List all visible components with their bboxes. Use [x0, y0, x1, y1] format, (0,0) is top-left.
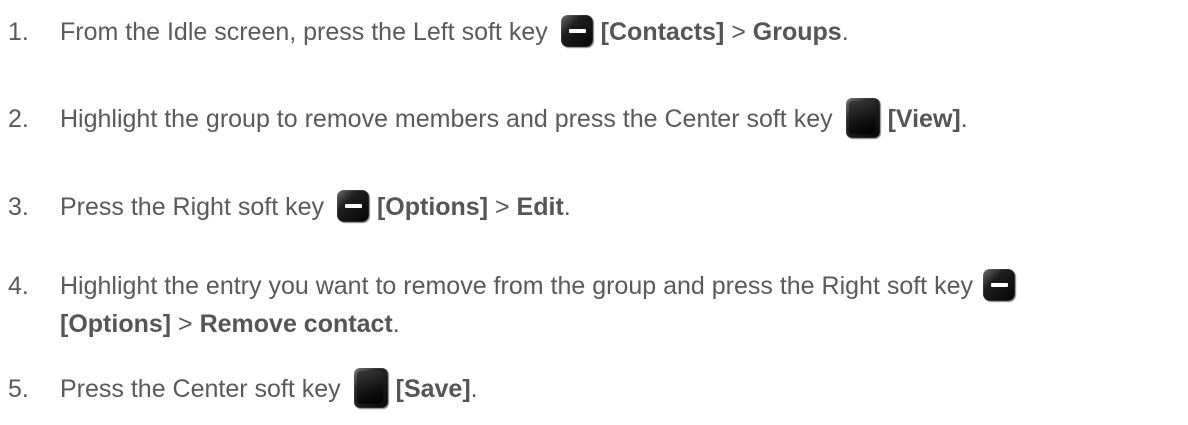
step-bold-label: [Options]: [60, 310, 172, 338]
step-number: 4.: [8, 272, 29, 300]
step-4-continuation: [Options] > Remove contact.: [60, 305, 400, 343]
step-separator: >: [724, 18, 753, 46]
center-soft-key-icon: [845, 98, 880, 139]
step-4: 4. Highlight the entry you want to remove…: [8, 267, 1023, 305]
step-bold-label: Remove contact: [199, 310, 393, 338]
step-2: 2. Highlight the group to remove members …: [8, 98, 968, 140]
center-soft-key-icon: [353, 368, 388, 409]
step-bold-label: Edit: [516, 193, 564, 221]
step-5: 5. Press the Center soft key [Save].: [8, 368, 478, 410]
step-bold-label: [View]: [887, 105, 961, 133]
step-number: 5.: [8, 375, 29, 403]
right-soft-key-icon: [336, 190, 369, 223]
step-period: .: [960, 105, 968, 133]
step-1: 1. From the Idle screen, press the Left s…: [8, 13, 849, 51]
right-soft-key-icon: [982, 269, 1015, 302]
step-separator: >: [171, 310, 200, 338]
step-bold-label: [Save]: [395, 375, 471, 403]
step-separator: >: [488, 193, 517, 221]
step-bold-label: [Contacts]: [600, 18, 725, 46]
step-period: .: [563, 193, 571, 221]
step-text: Highlight the entry you want to remove f…: [60, 272, 973, 300]
step-number: 1.: [8, 18, 29, 46]
step-period: .: [470, 375, 478, 403]
step-period: .: [841, 18, 849, 46]
step-bold-label: Groups: [752, 18, 842, 46]
step-number: 2.: [8, 105, 29, 133]
step-text: Press the Right soft key: [60, 193, 331, 221]
step-3: 3. Press the Right soft key [Options] > E…: [8, 188, 571, 226]
step-bold-label: [Options]: [376, 193, 489, 221]
step-number: 3.: [8, 193, 29, 221]
step-text: From the Idle screen, press the Left sof…: [60, 18, 555, 46]
step-text: Highlight the group to remove members an…: [60, 105, 840, 133]
left-soft-key-icon: [560, 15, 593, 48]
step-text: Press the Center soft key: [60, 375, 348, 403]
step-period: .: [392, 310, 400, 338]
